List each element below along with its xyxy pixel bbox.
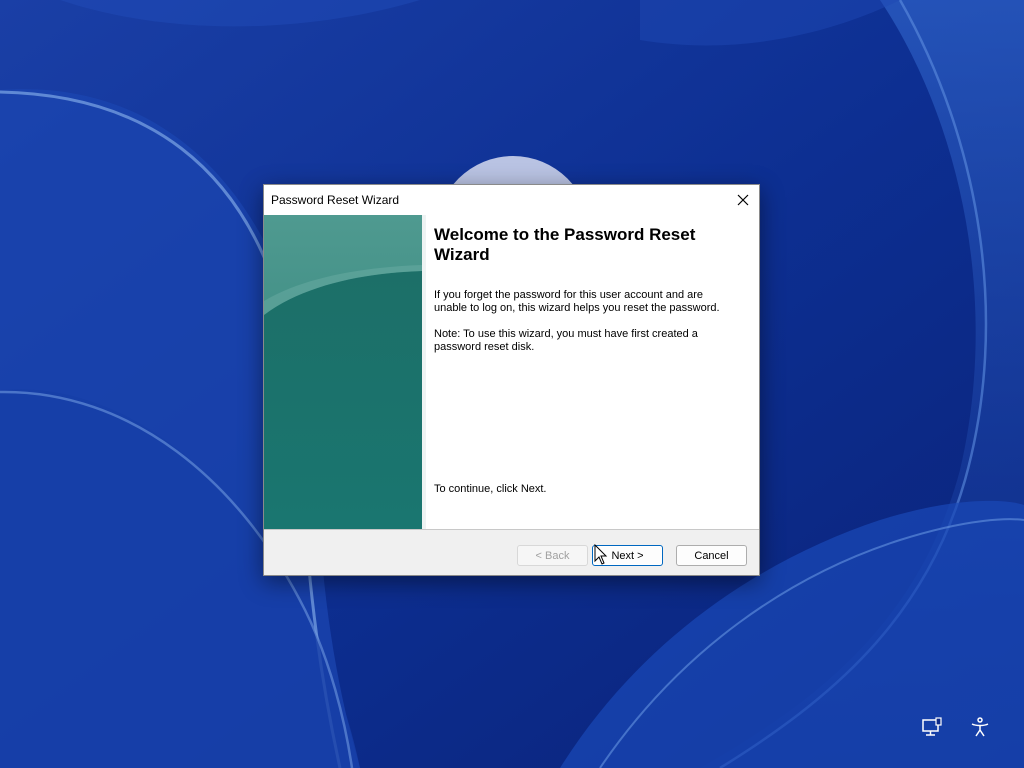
dialog-title: Password Reset Wizard [271,193,400,207]
cancel-button[interactable]: Cancel [676,545,747,566]
wizard-content: Welcome to the Password Reset Wizard If … [434,225,746,495]
wizard-continue-hint: To continue, click Next. [434,483,547,495]
back-button[interactable]: < Back [517,545,588,566]
close-button[interactable] [727,185,759,215]
wizard-side-banner [264,215,422,529]
next-button[interactable]: Next > [592,545,663,566]
wizard-note: Note: To use this wizard, you must have … [434,328,698,353]
banner-divider [422,215,426,529]
close-icon [737,194,749,206]
accessibility-icon[interactable] [969,716,991,738]
wizard-heading: Welcome to the Password Reset Wizard [434,225,696,264]
password-reset-wizard-dialog: Password Reset Wizard Welcome to the Pas… [263,184,760,576]
wizard-description: If you forget the password for this user… [434,289,720,314]
dialog-titlebar[interactable]: Password Reset Wizard [264,185,759,215]
desktop-background: Password Reset Wizard Welcome to the Pas… [0,0,1024,768]
network-icon[interactable] [921,716,943,738]
banner-graphic [264,215,422,529]
dialog-button-bar: < Back Next > Cancel [264,529,759,575]
